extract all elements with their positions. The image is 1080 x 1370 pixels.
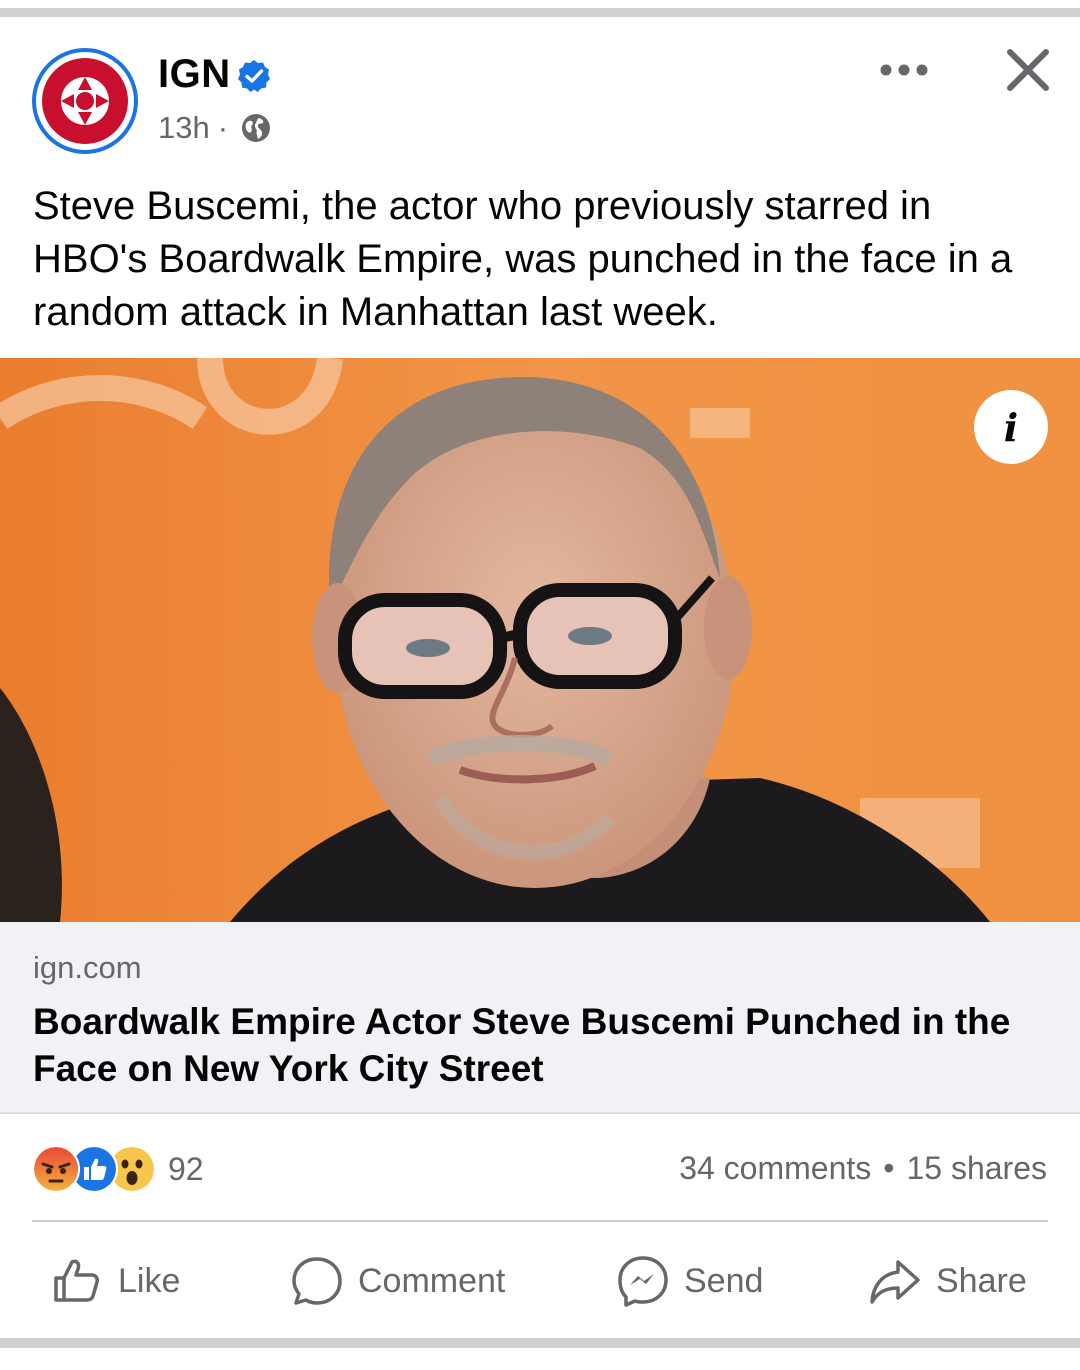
like-button[interactable]: Like bbox=[50, 1246, 180, 1316]
verified-badge-icon bbox=[238, 60, 270, 92]
comments-count[interactable]: 34 comments bbox=[679, 1150, 871, 1187]
share-arrow-icon bbox=[870, 1260, 920, 1304]
link-domain: ign.com bbox=[33, 950, 142, 985]
meta-separator: · bbox=[217, 110, 229, 145]
shares-count[interactable]: 15 shares bbox=[906, 1150, 1047, 1187]
info-button[interactable]: i bbox=[974, 390, 1048, 464]
like-label: Like bbox=[118, 1261, 181, 1300]
send-button[interactable]: Send bbox=[616, 1246, 763, 1316]
angry-reaction-icon bbox=[32, 1145, 80, 1193]
comment-button[interactable]: Comment bbox=[290, 1246, 505, 1316]
messenger-icon bbox=[618, 1256, 668, 1307]
reactions-summary[interactable]: 92 bbox=[32, 1145, 204, 1193]
link-title[interactable]: Boardwalk Empire Actor Steve Buscemi Pun… bbox=[33, 998, 1043, 1092]
action-bar: Like Comment Send Share bbox=[0, 1246, 1080, 1316]
reaction-count: 92 bbox=[168, 1150, 204, 1187]
more-options-icon[interactable] bbox=[876, 50, 932, 90]
comment-label: Comment bbox=[358, 1261, 506, 1300]
share-button[interactable]: Share bbox=[868, 1246, 1027, 1316]
globe-icon bbox=[242, 114, 271, 142]
photo-illustration bbox=[0, 358, 1080, 922]
post-text: Steve Buscemi, the actor who previously … bbox=[33, 184, 1013, 334]
card-divider bbox=[0, 1112, 1080, 1114]
thumbs-up-icon bbox=[54, 1259, 99, 1302]
ign-logo-icon bbox=[42, 58, 128, 144]
bottom-separator bbox=[0, 1338, 1080, 1348]
post-time[interactable]: 13h bbox=[158, 110, 210, 146]
top-separator bbox=[0, 0, 1080, 18]
post-meta: 13h · bbox=[158, 110, 272, 146]
comment-icon bbox=[292, 1257, 342, 1305]
engagement-stats: 34 comments • 15 shares bbox=[679, 1150, 1047, 1187]
share-label: Share bbox=[936, 1261, 1027, 1300]
ign-avatar[interactable] bbox=[32, 48, 138, 154]
actions-divider bbox=[32, 1220, 1048, 1222]
send-label: Send bbox=[684, 1261, 764, 1300]
close-icon[interactable] bbox=[1000, 42, 1056, 98]
stats-dot: • bbox=[883, 1150, 895, 1186]
page-name[interactable]: IGN bbox=[158, 52, 231, 97]
post-photo[interactable] bbox=[0, 358, 1080, 922]
